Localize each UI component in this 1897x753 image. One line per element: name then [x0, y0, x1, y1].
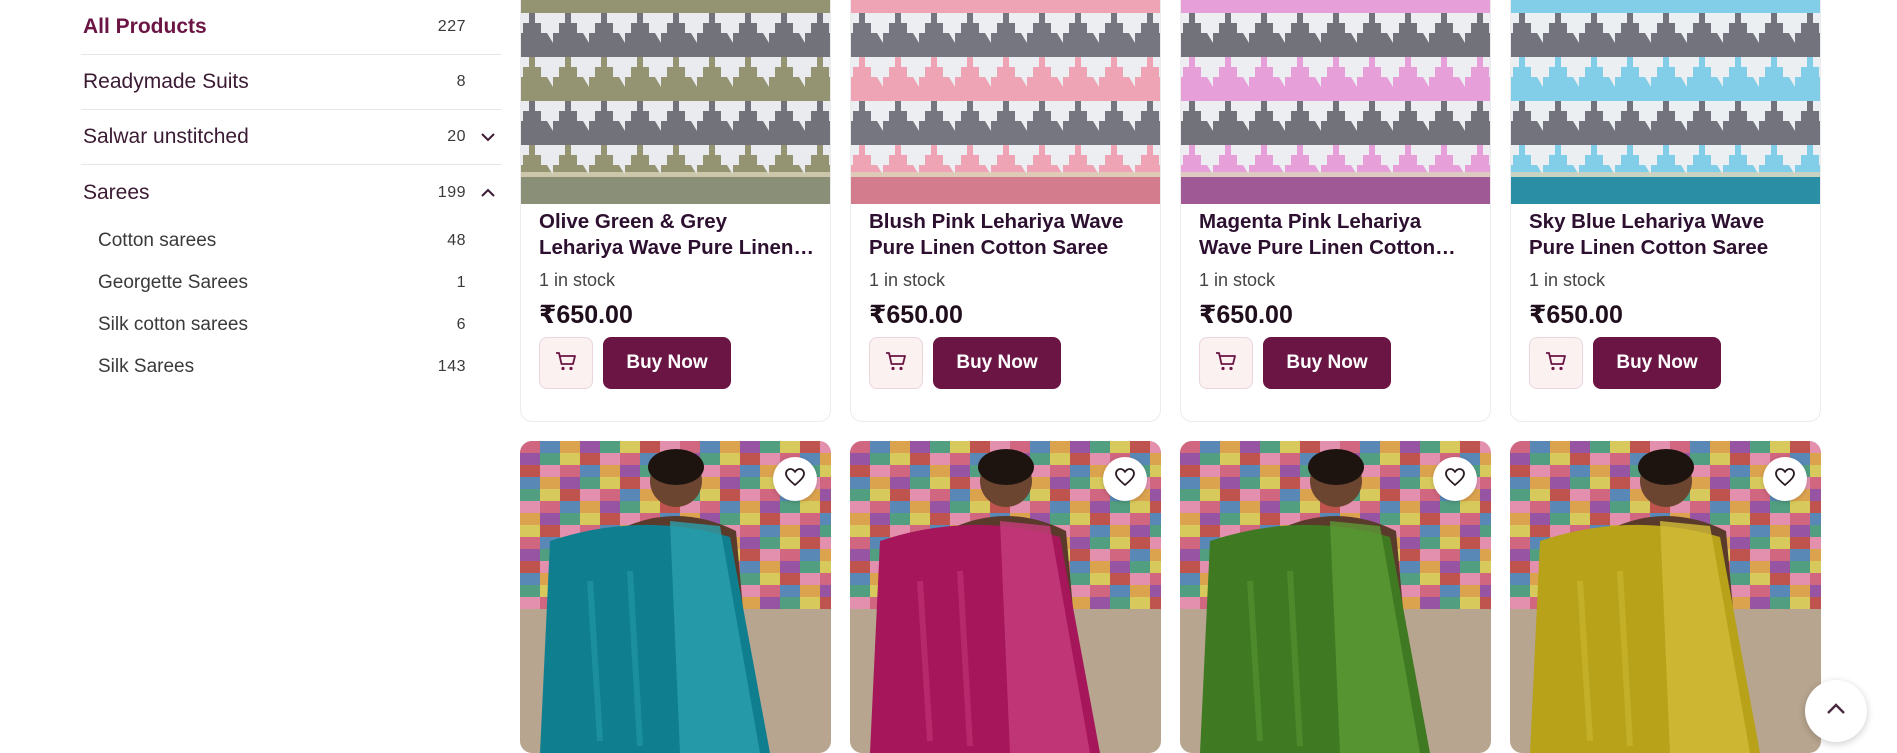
category-count: 8: [456, 73, 466, 90]
category-label: Salwar unstitched: [83, 125, 249, 148]
subcategory-count: 143: [437, 358, 466, 375]
product-title[interactable]: Sky Blue Lehariya Wave Pure Linen Cotton…: [1529, 209, 1806, 261]
subcategory-cotton-sarees[interactable]: Cotton sarees 48: [98, 220, 501, 262]
wishlist-button[interactable]: [1103, 457, 1147, 501]
stock-status: 1 in stock: [869, 270, 946, 290]
category-count: 227: [437, 18, 466, 35]
wishlist-button[interactable]: [773, 457, 817, 501]
subcategory-georgette-sarees[interactable]: Georgette Sarees 1: [98, 262, 501, 304]
chevron-up-icon[interactable]: [479, 184, 497, 202]
heart-icon: [1444, 467, 1466, 492]
product-card[interactable]: Blush Pink Lehariya Wave Pure Linen Cott…: [850, 0, 1161, 422]
product-title[interactable]: Magenta Pink Lehariya Wave Pure Linen Co…: [1199, 209, 1476, 261]
subcategory-count: 6: [456, 316, 466, 333]
category-sidebar: All Products 227 Readymade Suits 8 Salwa…: [81, 0, 501, 388]
wishlist-button[interactable]: [1433, 457, 1477, 501]
subcategory-silk-cotton-sarees[interactable]: Silk cotton sarees 6: [98, 304, 501, 346]
product-image[interactable]: [851, 0, 1160, 204]
product-card[interactable]: [520, 441, 831, 753]
product-card[interactable]: Olive Green & Grey Lehariya Wave Pure Li…: [520, 0, 831, 422]
subcategory-label: Georgette Sarees: [98, 272, 248, 293]
product-card[interactable]: [850, 441, 1161, 753]
buy-now-button[interactable]: Buy Now: [1593, 337, 1721, 389]
category-label: Readymade Suits: [83, 70, 249, 93]
cart-icon: [1544, 350, 1568, 377]
category-count: 199: [437, 183, 466, 201]
sarees-subcategories: Cotton sarees 48 Georgette Sarees 1 Silk…: [81, 220, 501, 388]
buy-now-button[interactable]: Buy Now: [933, 337, 1061, 389]
product-price: ₹650.00: [869, 301, 963, 329]
cart-icon: [884, 350, 908, 377]
subcategory-silk-sarees[interactable]: Silk Sarees 143: [98, 346, 501, 388]
chevron-up-icon: [1825, 702, 1847, 721]
heart-icon: [784, 467, 806, 492]
scroll-to-top-button[interactable]: [1805, 680, 1867, 742]
buy-now-button[interactable]: Buy Now: [603, 337, 731, 389]
category-sarees[interactable]: Sarees 199: [81, 165, 501, 220]
category-all-products[interactable]: All Products 227: [81, 0, 501, 55]
product-card[interactable]: [1510, 441, 1821, 753]
wishlist-button[interactable]: [1763, 457, 1807, 501]
chevron-down-icon[interactable]: [479, 128, 497, 146]
category-salwar-unstitched[interactable]: Salwar unstitched 20: [81, 110, 501, 165]
subcategory-label: Cotton sarees: [98, 230, 217, 251]
category-readymade-suits[interactable]: Readymade Suits 8: [81, 55, 501, 110]
stock-status: 1 in stock: [1529, 270, 1606, 290]
product-card[interactable]: Magenta Pink Lehariya Wave Pure Linen Co…: [1180, 0, 1491, 422]
category-count: 20: [447, 128, 466, 145]
product-card[interactable]: [1180, 441, 1491, 753]
heart-icon: [1114, 467, 1136, 492]
product-image[interactable]: [1181, 0, 1490, 204]
subcategory-label: Silk cotton sarees: [98, 314, 248, 335]
add-to-cart-button[interactable]: [869, 337, 923, 389]
product-card[interactable]: Sky Blue Lehariya Wave Pure Linen Cotton…: [1510, 0, 1821, 422]
product-image[interactable]: [1511, 0, 1820, 204]
product-price: ₹650.00: [1199, 301, 1293, 329]
product-price: ₹650.00: [1529, 301, 1623, 329]
subcategory-count: 48: [447, 232, 466, 249]
cart-icon: [1214, 350, 1238, 377]
cart-icon: [554, 350, 578, 377]
buy-now-button[interactable]: Buy Now: [1263, 337, 1391, 389]
subcategory-count: 1: [456, 274, 466, 291]
stock-status: 1 in stock: [1199, 270, 1276, 290]
product-price: ₹650.00: [539, 301, 633, 329]
stock-status: 1 in stock: [539, 270, 616, 290]
add-to-cart-button[interactable]: [1199, 337, 1253, 389]
product-title[interactable]: Blush Pink Lehariya Wave Pure Linen Cott…: [869, 209, 1146, 261]
product-title[interactable]: Olive Green & Grey Lehariya Wave Pure Li…: [539, 209, 816, 261]
heart-icon: [1774, 467, 1796, 492]
product-image[interactable]: [521, 0, 830, 204]
add-to-cart-button[interactable]: [539, 337, 593, 389]
add-to-cart-button[interactable]: [1529, 337, 1583, 389]
